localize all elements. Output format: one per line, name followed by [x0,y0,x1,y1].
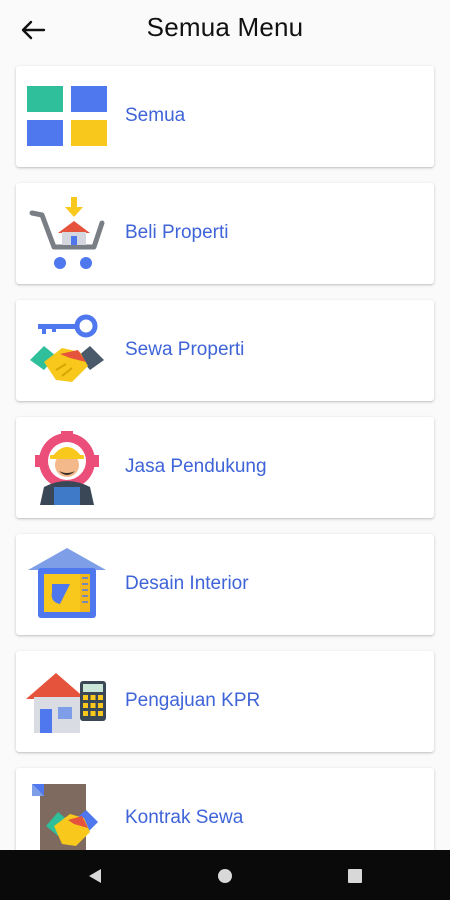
menu-item-jasa-pendukung[interactable]: Jasa Pendukung [16,417,434,518]
house-calculator-icon [26,665,108,739]
house-blueprint-icon [26,548,108,622]
menu-item-label: Semua [125,105,186,126]
menu-item-pengajuan-kpr[interactable]: Pengajuan KPR [16,651,434,752]
menu-item-label: Kontrak Sewa [125,807,244,828]
menu-item-sewa-properti[interactable]: Sewa Properti [16,300,434,401]
nav-recents-button[interactable] [344,865,366,887]
menu-item-label: Beli Properti [125,222,229,243]
nav-back-button[interactable] [84,865,106,887]
menu-item-label: Desain Interior [125,573,249,594]
menu-item-desain-interior[interactable]: Desain Interior [16,534,434,635]
circle-home-icon [218,869,232,883]
triangle-back-icon [89,869,101,883]
key-handshake-icon [26,314,108,388]
contract-handshake-icon [26,782,108,856]
page-title: Semua Menu [146,12,304,42]
nav-home-button[interactable] [214,865,236,887]
menu-item-label: Jasa Pendukung [125,456,267,477]
menu-list: Semua Beli Properti Sewa Properti Jasa P… [16,66,434,885]
menu-item-label: Sewa Properti [125,339,245,360]
menu-item-beli-properti[interactable]: Beli Properti [16,183,434,284]
system-navigation-bar [0,850,450,900]
menu-item-semua[interactable]: Semua [16,66,434,167]
worker-gear-icon [26,431,108,505]
square-recents-icon [348,869,362,883]
shopping-cart-house-icon [26,197,108,271]
menu-item-label: Pengajuan KPR [125,690,261,711]
grid-icon [26,80,108,154]
app-bar: Semua Menu [0,0,450,58]
